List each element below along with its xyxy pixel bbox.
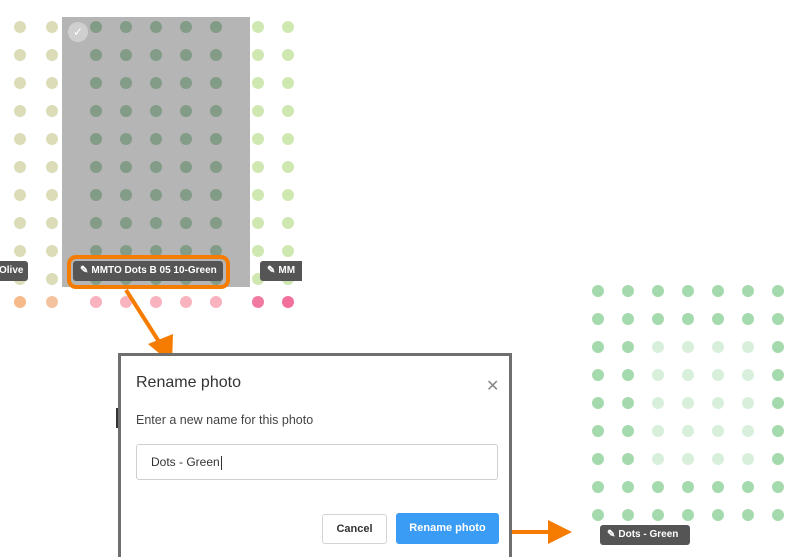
close-icon[interactable]: ✕ xyxy=(486,376,499,396)
rename-photo-button[interactable]: Rename photo xyxy=(396,513,499,544)
arrow-right-head xyxy=(548,520,572,544)
cancel-button[interactable]: Cancel xyxy=(322,514,387,544)
text-caret xyxy=(220,455,222,470)
dialog-title: Rename photo xyxy=(136,374,241,391)
photo-name-value: Dots - Green xyxy=(151,455,220,469)
photo-name-input[interactable]: Dots - Green xyxy=(136,444,498,480)
dialog-description: Enter a new name for this photo xyxy=(136,413,314,427)
rename-dialog: Rename photo ✕ Enter a new name for this… xyxy=(118,353,512,557)
arrow-down-line xyxy=(124,288,165,350)
